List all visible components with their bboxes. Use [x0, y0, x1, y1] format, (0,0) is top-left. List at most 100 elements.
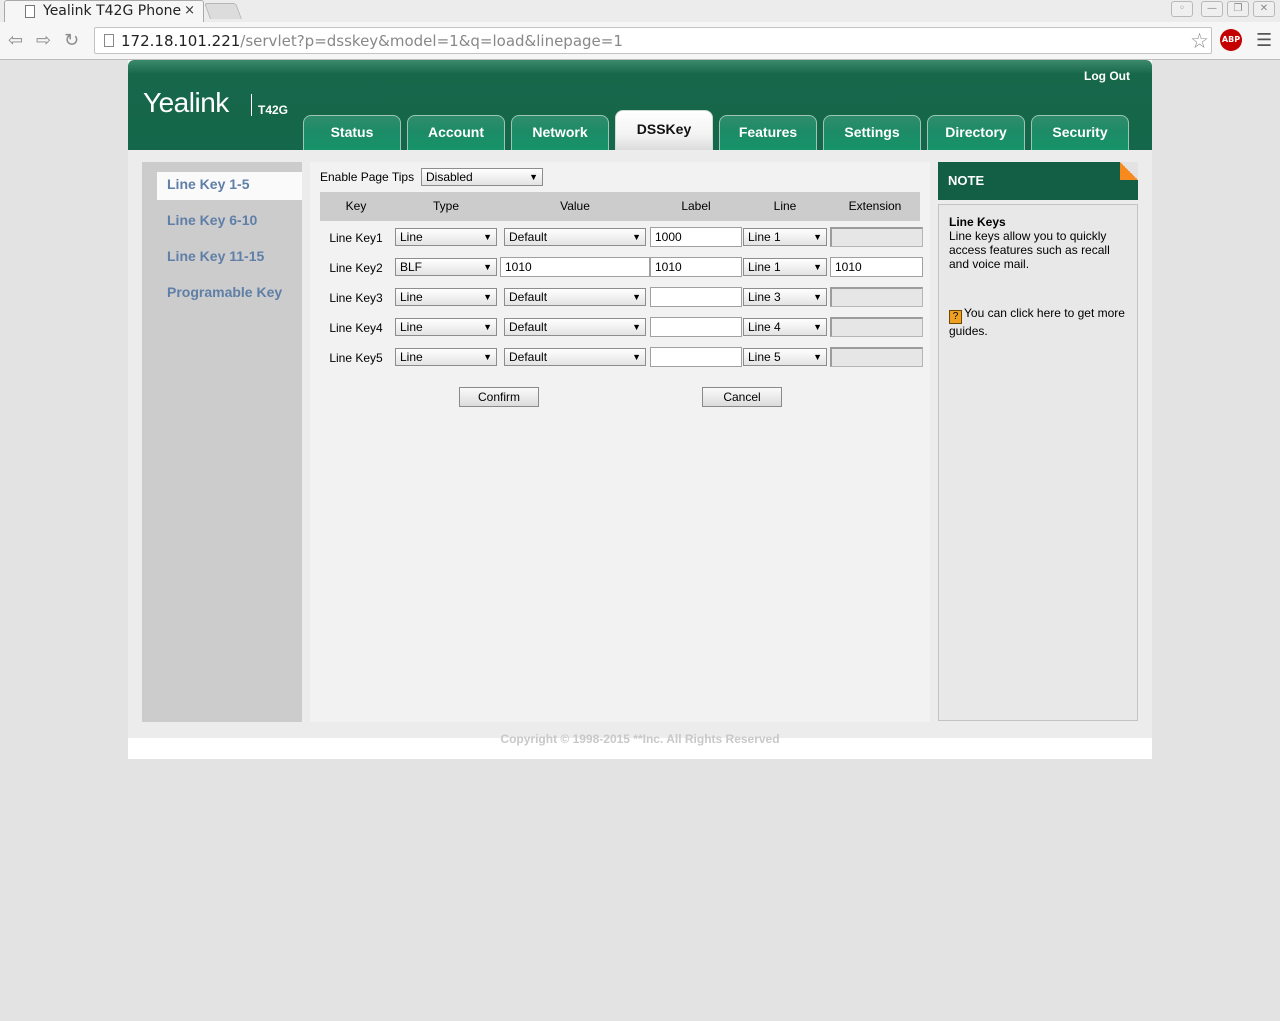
- minimize-icon[interactable]: —: [1201, 1, 1223, 17]
- chevron-down-icon: ▼: [632, 322, 641, 332]
- label-input[interactable]: 1010: [650, 257, 742, 277]
- sidebar-item-programable-key[interactable]: Programable Key: [157, 280, 302, 308]
- page-corner-icon: [1120, 162, 1138, 180]
- model-label: T42G: [258, 103, 289, 117]
- column-header-line: Line: [773, 199, 797, 213]
- row-key-label: Line Key4: [329, 321, 383, 335]
- back-icon[interactable]: ⇦: [8, 30, 23, 51]
- page-tips-value: Disabled: [426, 170, 473, 184]
- type-select[interactable]: Line ▼: [395, 228, 497, 246]
- page-icon: [25, 5, 35, 18]
- column-header-label: Label: [681, 199, 711, 213]
- extension-input: [830, 317, 923, 337]
- tab-directory[interactable]: Directory: [927, 115, 1025, 151]
- logout-link[interactable]: Log Out: [1084, 69, 1130, 83]
- value-value: Default: [509, 230, 548, 244]
- confirm-button[interactable]: Confirm: [459, 387, 539, 407]
- type-select[interactable]: Line ▼: [395, 288, 497, 306]
- adblock-icon[interactable]: ABP: [1220, 29, 1242, 51]
- line-select[interactable]: Line 3 ▼: [743, 288, 827, 306]
- chevron-down-icon: ▼: [483, 262, 492, 272]
- chevron-down-icon: ▼: [813, 262, 822, 272]
- label-input[interactable]: [650, 347, 742, 367]
- value-select[interactable]: Default ▼: [504, 288, 646, 306]
- label-input[interactable]: [650, 317, 742, 337]
- menu-icon[interactable]: ☰: [1256, 30, 1272, 51]
- sidebar-item-line-key-11-15[interactable]: Line Key 11-15: [157, 244, 302, 272]
- chevron-down-icon: ▼: [813, 322, 822, 332]
- dsskey-form: Enable Page Tips Disabled ▼ Key Type Valu…: [310, 162, 930, 722]
- row-key-label: Line Key2: [329, 261, 383, 275]
- cancel-button[interactable]: Cancel: [702, 387, 782, 407]
- line-select[interactable]: Line 5 ▼: [743, 348, 827, 366]
- new-tab-button[interactable]: [204, 3, 242, 19]
- row-key-label: Line Key5: [329, 351, 383, 365]
- label-input[interactable]: 1000: [650, 227, 742, 247]
- tab-security[interactable]: Security: [1031, 115, 1129, 151]
- sidebar-item-line-key-6-10[interactable]: Line Key 6-10: [157, 208, 302, 236]
- url-path: /servlet?p=dsskey&model=1&q=load&linepag…: [240, 32, 623, 50]
- line-value: Line 1: [748, 230, 781, 244]
- page-header: Log Out Yealink T42G Status Account Netw…: [128, 60, 1152, 151]
- chevron-down-icon: ▼: [632, 352, 641, 362]
- note-text: Line keys allow you to quickly access fe…: [949, 229, 1110, 271]
- type-select[interactable]: Line ▼: [395, 348, 497, 366]
- profile-icon[interactable]: ◦: [1171, 1, 1193, 17]
- type-value: Line: [400, 320, 423, 334]
- chevron-down-icon: ▼: [813, 232, 822, 242]
- value-value: Default: [509, 350, 548, 364]
- extension-input[interactable]: 1010: [830, 257, 923, 277]
- extension-input: [830, 287, 923, 307]
- note-panel: Line Keys Line keys allow you to quickly…: [938, 204, 1138, 721]
- bookmark-star-icon[interactable]: ☆: [1190, 29, 1209, 53]
- type-select[interactable]: BLF ▼: [395, 258, 497, 276]
- chevron-down-icon: ▼: [483, 232, 492, 242]
- tab-status[interactable]: Status: [303, 115, 401, 151]
- value-value: Default: [509, 320, 548, 334]
- sidebar-item-line-key-1-5[interactable]: Line Key 1-5: [157, 172, 302, 200]
- value-value: Default: [509, 290, 548, 304]
- copyright: Copyright © 1998-2015 **Inc. All Rights …: [500, 732, 780, 746]
- line-value: Line 1: [748, 260, 781, 274]
- tab-network[interactable]: Network: [511, 115, 609, 151]
- chevron-down-icon: ▼: [632, 232, 641, 242]
- tab-dsskey[interactable]: DSSKey: [615, 110, 713, 150]
- line-select[interactable]: Line 4 ▼: [743, 318, 827, 336]
- page-tips-select[interactable]: Disabled ▼: [421, 168, 543, 186]
- line-value: Line 5: [748, 350, 781, 364]
- close-tab-icon[interactable]: ×: [184, 3, 195, 18]
- table-header: Key Type Value Label Line Extension: [320, 192, 920, 221]
- column-header-key: Key: [345, 199, 367, 213]
- forward-icon[interactable]: ⇨: [36, 30, 51, 51]
- tab-account[interactable]: Account: [407, 115, 505, 151]
- chevron-down-icon: ▼: [813, 292, 822, 302]
- value-select[interactable]: Default ▼: [504, 318, 646, 336]
- note-heading: Line Keys: [949, 215, 1006, 229]
- url-host: 172.18.101.221: [121, 32, 241, 50]
- web-page: Log Out Yealink T42G Status Account Netw…: [128, 60, 1152, 759]
- browser-tab[interactable]: Yealink T42G Phone ×: [4, 0, 204, 23]
- page-tips-label: Enable Page Tips: [320, 170, 415, 184]
- url-text: 172.18.101.221/servlet?p=dsskey&model=1&…: [121, 32, 623, 50]
- value-select[interactable]: Default ▼: [504, 348, 646, 366]
- address-bar[interactable]: 172.18.101.221/servlet?p=dsskey&model=1&…: [94, 27, 1212, 54]
- chevron-down-icon: ▼: [483, 352, 492, 362]
- guide-link[interactable]: ? You can click here to get more guides.: [949, 306, 1129, 339]
- type-value: Line: [400, 290, 423, 304]
- column-header-value: Value: [560, 199, 590, 213]
- reload-icon[interactable]: ↻: [64, 30, 79, 51]
- line-select[interactable]: Line 1 ▼: [743, 258, 827, 276]
- close-window-icon[interactable]: ✕: [1253, 1, 1275, 17]
- value-select[interactable]: Default ▼: [504, 228, 646, 246]
- type-select[interactable]: Line ▼: [395, 318, 497, 336]
- tab-settings[interactable]: Settings: [823, 115, 921, 151]
- type-value: Line: [400, 350, 423, 364]
- value-input[interactable]: 1010: [500, 257, 650, 277]
- label-input[interactable]: [650, 287, 742, 307]
- line-select[interactable]: Line 1 ▼: [743, 228, 827, 246]
- maximize-icon[interactable]: ❐: [1227, 1, 1249, 17]
- line-value: Line 3: [748, 290, 781, 304]
- yealink-logo: Yealink: [143, 87, 229, 118]
- browser-tab-title: Yealink T42G Phone: [43, 3, 182, 19]
- tab-features[interactable]: Features: [719, 115, 817, 151]
